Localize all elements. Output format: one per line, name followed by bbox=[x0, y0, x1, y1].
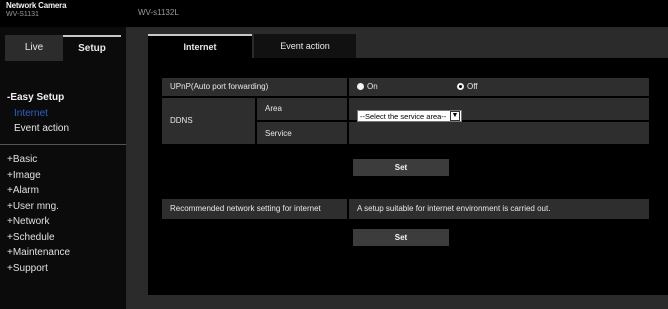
upnp-off-option[interactable]: Off bbox=[457, 82, 478, 91]
top-bar: Network Camera WV-S1131 WV-s1132L bbox=[0, 0, 668, 27]
upnp-off-radio[interactable] bbox=[457, 83, 464, 90]
upnp-value-cell: On Off bbox=[349, 78, 649, 96]
internet-settings-panel: UPnP(Auto port forwarding) On Off DDNS A… bbox=[148, 58, 668, 295]
menu-item-alarm[interactable]: +Alarm bbox=[7, 183, 70, 199]
recommended-label: Recommended network setting for internet bbox=[170, 204, 321, 213]
menu-item-image[interactable]: +Image bbox=[7, 168, 70, 184]
menu-item-basic[interactable]: +Basic bbox=[7, 152, 70, 168]
main-content: Internet Event action UPnP(Auto port for… bbox=[126, 27, 668, 309]
area-select[interactable]: --Select the service area-- ▼ bbox=[357, 110, 462, 122]
chevron-down-icon[interactable]: ▼ bbox=[450, 111, 460, 121]
ddns-label: DDNS bbox=[170, 116, 193, 125]
menu-item-user-mng[interactable]: +User mng. bbox=[7, 199, 70, 215]
product-name: Network Camera bbox=[6, 1, 67, 10]
menu-item-maintenance[interactable]: +Maintenance bbox=[7, 245, 70, 261]
sidebar-item-event-action[interactable]: Event action bbox=[14, 123, 69, 134]
recommended-description: A setup suitable for internet environmen… bbox=[357, 204, 551, 213]
service-label-cell: Service bbox=[257, 122, 347, 144]
menu-item-support[interactable]: +Support bbox=[7, 261, 70, 277]
area-label-cell: Area bbox=[257, 98, 347, 120]
product-model: WV-S1131 bbox=[6, 11, 39, 18]
recommended-set-button[interactable]: Set bbox=[353, 229, 449, 246]
sidebar-divider bbox=[0, 144, 126, 145]
service-value-cell bbox=[349, 122, 649, 144]
area-select-value: --Select the service area-- bbox=[360, 112, 447, 121]
upnp-on-radio[interactable] bbox=[357, 83, 364, 90]
tab-event-action[interactable]: Event action bbox=[254, 34, 356, 58]
camera-title: WV-s1132L bbox=[138, 8, 179, 17]
area-label: Area bbox=[265, 104, 282, 113]
recommended-label-cell: Recommended network setting for internet bbox=[162, 199, 347, 219]
upnp-label-cell: UPnP(Auto port forwarding) bbox=[162, 78, 347, 96]
tab-internet[interactable]: Internet bbox=[148, 34, 252, 58]
recommended-desc-cell: A setup suitable for internet environmen… bbox=[349, 199, 649, 219]
sidebar: Live Setup -Easy Setup Internet Event ac… bbox=[0, 27, 126, 309]
upnp-on-label: On bbox=[367, 82, 378, 91]
menu-item-schedule[interactable]: +Schedule bbox=[7, 230, 70, 246]
upnp-on-option[interactable]: On bbox=[357, 82, 378, 91]
tab-bar: Internet Event action bbox=[148, 34, 668, 58]
sidebar-item-internet[interactable]: Internet bbox=[14, 108, 48, 119]
mode-tabs: Live Setup bbox=[5, 35, 121, 61]
setup-menu: +Basic +Image +Alarm +User mng. +Network… bbox=[7, 152, 70, 276]
setup-tab[interactable]: Setup bbox=[63, 35, 121, 61]
service-label: Service bbox=[265, 129, 292, 138]
easy-setup-heading[interactable]: -Easy Setup bbox=[7, 92, 64, 103]
ddns-label-cell: DDNS bbox=[162, 98, 255, 144]
upnp-off-label: Off bbox=[467, 82, 478, 91]
upnp-label: UPnP(Auto port forwarding) bbox=[170, 82, 269, 91]
live-tab[interactable]: Live bbox=[5, 35, 63, 61]
ddns-set-button[interactable]: Set bbox=[353, 159, 449, 176]
menu-item-network[interactable]: +Network bbox=[7, 214, 70, 230]
